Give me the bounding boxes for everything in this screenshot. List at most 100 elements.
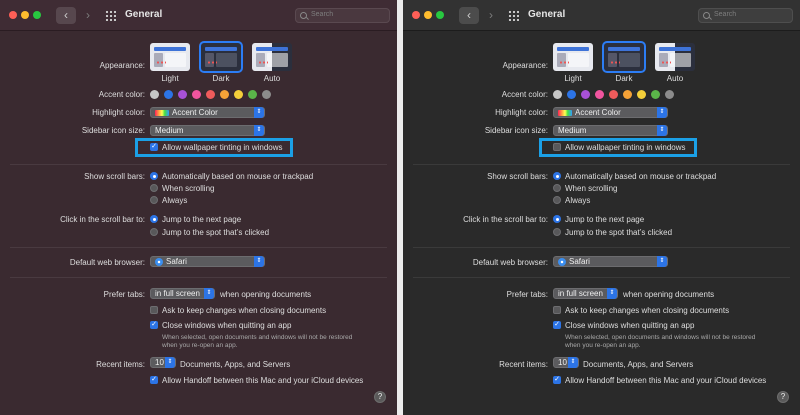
close-windows-label: Close windows when quitting an app [565, 321, 695, 330]
accent-swatch-purple[interactable] [581, 90, 590, 99]
help-button[interactable]: ? [374, 391, 386, 403]
scroll-always-label: Always [565, 196, 591, 205]
accent-swatch-green[interactable] [248, 90, 257, 99]
sidebar-size-popup[interactable]: Medium ⇕ [150, 125, 265, 136]
sidebar-size-value: Medium [558, 126, 587, 135]
popup-arrows-icon: ⇕ [657, 107, 667, 118]
minimize-window-button[interactable] [21, 11, 29, 19]
appearance-auto-thumbnail[interactable] [252, 43, 292, 71]
accent-swatch-yellow[interactable] [234, 90, 243, 99]
popup-arrows-icon: ⇕ [657, 125, 667, 136]
recent-items-popup[interactable]: 10 ⇕ [150, 357, 176, 368]
accent-swatch-yellow[interactable] [637, 90, 646, 99]
default-browser-value: Safari [569, 257, 590, 266]
default-browser-popup[interactable]: Safari ⇕ [150, 256, 265, 267]
jump-next-page-label: Jump to the next page [565, 215, 645, 224]
highlight-color-popup[interactable]: Accent Color ⇕ [150, 107, 265, 118]
default-browser-popup[interactable]: Safari ⇕ [553, 256, 668, 267]
popup-arrows-icon: ⇕ [254, 256, 264, 267]
accent-color-label: Accent color: [501, 90, 548, 99]
recent-items-label: Recent items: [499, 360, 548, 369]
scroll-when-scrolling-label: When scrolling [565, 184, 618, 193]
accent-swatch-red[interactable] [206, 90, 215, 99]
popup-arrows-icon: ⇕ [254, 125, 264, 136]
search-field[interactable]: Search [295, 8, 390, 23]
section-separator [413, 277, 790, 278]
recent-items-popup[interactable]: 10 ⇕ [553, 357, 579, 368]
appearance-light-thumbnail[interactable] [150, 43, 190, 71]
accent-swatch-graphite[interactable] [262, 90, 271, 99]
ask-keep-changes-checkbox[interactable] [150, 306, 158, 314]
accent-swatch-multicolor[interactable] [150, 90, 159, 99]
wallpaper-tinting-checkbox[interactable] [553, 143, 561, 151]
wallpaper-tinting-label: Allow wallpaper tinting in windows [162, 143, 283, 152]
close-windows-note: When selected, open documents and window… [162, 334, 353, 349]
jump-next-page-label: Jump to the next page [162, 215, 242, 224]
accent-swatch-pink[interactable] [595, 90, 604, 99]
handoff-checkbox[interactable]: ✓ [553, 376, 561, 384]
show-all-grid-icon[interactable] [105, 10, 116, 21]
prefer-tabs-suffix: when opening documents [220, 290, 312, 299]
appearance-dark-thumbnail[interactable] [604, 43, 644, 71]
help-button[interactable]: ? [777, 391, 789, 403]
scroll-when-scrolling-radio[interactable] [553, 184, 561, 192]
close-windows-checkbox[interactable]: ✓ [150, 321, 158, 329]
scroll-always-radio[interactable] [553, 196, 561, 204]
prefer-tabs-popup[interactable]: in full screen ⇕ [150, 288, 215, 299]
search-field[interactable]: Search [698, 8, 793, 23]
jump-next-page-radio[interactable] [150, 215, 158, 223]
scroll-when-scrolling-radio[interactable] [150, 184, 158, 192]
show-all-grid-icon[interactable] [508, 10, 519, 21]
accent-swatch-orange[interactable] [220, 90, 229, 99]
appearance-auto-thumbnail[interactable] [655, 43, 695, 71]
highlight-color-popup[interactable]: Accent Color ⇕ [553, 107, 668, 118]
jump-to-spot-radio[interactable] [150, 228, 158, 236]
jump-to-spot-radio[interactable] [553, 228, 561, 236]
accent-swatch-multicolor[interactable] [553, 90, 562, 99]
title-bar: ‹ › General Search [403, 0, 800, 31]
accent-swatch-red[interactable] [609, 90, 618, 99]
zoom-window-button[interactable] [436, 11, 444, 19]
appearance-label: Appearance: [502, 61, 548, 70]
close-window-button[interactable] [9, 11, 17, 19]
prefer-tabs-label: Prefer tabs: [506, 290, 548, 299]
appearance-dark-thumbnail[interactable] [201, 43, 241, 71]
handoff-checkbox[interactable]: ✓ [150, 376, 158, 384]
accent-swatch-orange[interactable] [623, 90, 632, 99]
appearance-light-label: Light [161, 74, 179, 83]
appearance-light-thumbnail[interactable] [553, 43, 593, 71]
general-window-left: ‹ › General Search Appearance: Light Dar… [0, 0, 397, 415]
forward-button[interactable]: › [481, 7, 501, 24]
back-button[interactable]: ‹ [56, 7, 76, 24]
prefer-tabs-popup[interactable]: in full screen ⇕ [553, 288, 618, 299]
scroll-always-radio[interactable] [150, 196, 158, 204]
wallpaper-tinting-checkbox[interactable]: ✓ [150, 143, 158, 151]
gradient-swatch-icon [558, 109, 572, 116]
highlight-color-label: Highlight color: [495, 108, 548, 117]
sidebar-size-popup[interactable]: Medium ⇕ [553, 125, 668, 136]
ask-keep-changes-checkbox[interactable] [553, 306, 561, 314]
jump-next-page-radio[interactable] [553, 215, 561, 223]
accent-swatch-purple[interactable] [178, 90, 187, 99]
accent-swatch-blue[interactable] [164, 90, 173, 99]
scroll-auto-radio[interactable] [150, 172, 158, 180]
scroll-auto-radio[interactable] [553, 172, 561, 180]
safari-icon [155, 257, 163, 266]
accent-swatch-green[interactable] [651, 90, 660, 99]
click-scroll-label: Click in the scroll bar to: [463, 215, 548, 224]
search-icon [300, 12, 307, 19]
accent-swatch-blue[interactable] [567, 90, 576, 99]
wallpaper-tinting-label: Allow wallpaper tinting in windows [565, 143, 686, 152]
default-browser-value: Safari [166, 257, 187, 266]
zoom-window-button[interactable] [33, 11, 41, 19]
close-windows-checkbox[interactable]: ✓ [553, 321, 561, 329]
accent-swatch-graphite[interactable] [665, 90, 674, 99]
accent-swatch-pink[interactable] [192, 90, 201, 99]
close-window-button[interactable] [412, 11, 420, 19]
gradient-swatch-icon [155, 109, 169, 116]
back-button[interactable]: ‹ [459, 7, 479, 24]
sidebar-size-label: Sidebar icon size: [81, 126, 145, 135]
minimize-window-button[interactable] [424, 11, 432, 19]
default-browser-label: Default web browser: [472, 258, 548, 267]
forward-button[interactable]: › [78, 7, 98, 24]
